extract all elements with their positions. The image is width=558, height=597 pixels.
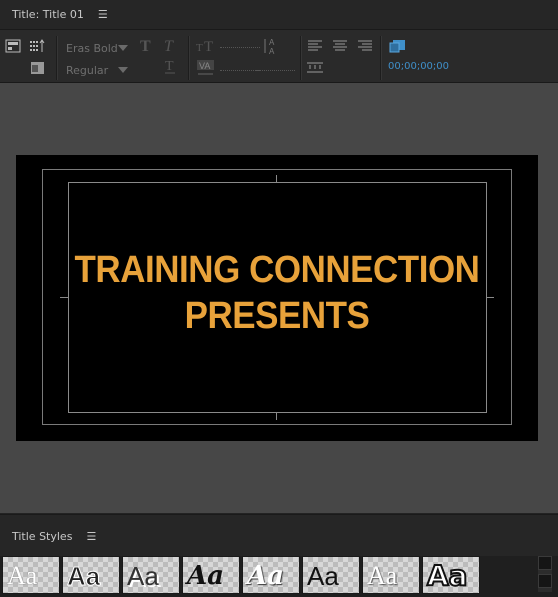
title-line-1: TRAINING CONNECTION bbox=[74, 249, 480, 291]
style-swatch[interactable]: Aa bbox=[422, 556, 480, 594]
leading-icon[interactable]: AA bbox=[262, 38, 280, 55]
svg-text:T: T bbox=[204, 39, 213, 54]
bold-icon[interactable]: T bbox=[137, 38, 155, 54]
styles-panel-title: Title Styles bbox=[12, 529, 73, 543]
font-size-value-line bbox=[220, 47, 260, 48]
style-swatch[interactable]: Aa bbox=[242, 556, 300, 594]
svg-text:T: T bbox=[165, 59, 174, 74]
separator bbox=[188, 36, 189, 80]
align-right-icon[interactable] bbox=[356, 38, 374, 54]
font-size-icon[interactable]: TT bbox=[196, 38, 214, 54]
align-center-icon[interactable] bbox=[331, 38, 349, 54]
title-styles-strip: Aa Aa Aa Aa Aa Aa Aa Aa bbox=[0, 556, 558, 597]
center-mark-top bbox=[276, 175, 277, 183]
underline-icon[interactable]: T bbox=[161, 59, 179, 75]
kerning-value-line bbox=[220, 70, 260, 71]
svg-text:T: T bbox=[140, 38, 151, 54]
style-swatch[interactable]: Aa bbox=[182, 556, 240, 594]
svg-text:VA: VA bbox=[199, 61, 210, 71]
chevron-down-icon bbox=[118, 45, 128, 51]
font-style-select[interactable]: Regular bbox=[60, 61, 132, 79]
center-mark-right bbox=[486, 297, 494, 298]
svg-text:T: T bbox=[164, 38, 174, 54]
italic-icon[interactable]: T bbox=[161, 38, 179, 54]
style-swatch[interactable]: Aa bbox=[62, 556, 120, 594]
style-swatch[interactable]: Aa bbox=[2, 556, 60, 594]
roll-crawl-icon[interactable] bbox=[28, 38, 46, 54]
separator bbox=[300, 36, 301, 80]
font-family-value: Eras Bold bbox=[66, 41, 118, 55]
title-styles-header: Title Styles ☰ bbox=[0, 514, 558, 557]
tab-stops-icon[interactable] bbox=[306, 60, 324, 76]
chevron-down-icon bbox=[118, 67, 128, 73]
video-frame[interactable]: TRAINING CONNECTION PRESENTS bbox=[16, 155, 538, 441]
style-swatch[interactable]: Aa bbox=[362, 556, 420, 594]
center-mark-left bbox=[60, 297, 68, 298]
panel-title: Title: Title 01 bbox=[12, 8, 84, 21]
title-toolbar: Eras Bold Regular T T T TT VA AA 00;00;0… bbox=[0, 30, 558, 83]
svg-text:A: A bbox=[269, 38, 275, 47]
leading-value-line bbox=[255, 70, 295, 71]
font-family-select[interactable]: Eras Bold bbox=[60, 39, 132, 57]
title-text-object[interactable]: TRAINING CONNECTION PRESENTS bbox=[74, 247, 481, 339]
panel-menu-icon[interactable]: ☰ bbox=[86, 530, 96, 543]
align-left-icon[interactable] bbox=[306, 38, 324, 54]
title-line-2: PRESENTS bbox=[184, 295, 370, 337]
font-style-value: Regular bbox=[66, 63, 109, 77]
panel-menu-icon[interactable]: ☰ bbox=[98, 8, 108, 21]
title-type-icon[interactable] bbox=[4, 38, 22, 54]
kerning-icon[interactable]: VA bbox=[196, 60, 214, 76]
svg-text:A: A bbox=[269, 47, 275, 55]
separator bbox=[56, 36, 57, 80]
scroll-down-button[interactable] bbox=[538, 574, 552, 588]
show-video-icon[interactable] bbox=[389, 38, 407, 54]
template-icon[interactable] bbox=[28, 60, 46, 76]
separator bbox=[380, 36, 381, 80]
center-mark-bottom bbox=[276, 412, 277, 420]
svg-text:T: T bbox=[196, 42, 203, 54]
style-swatch[interactable]: Aa bbox=[122, 556, 180, 594]
scroll-up-button[interactable] bbox=[538, 556, 552, 570]
video-timecode[interactable]: 00;00;00;00 bbox=[388, 61, 449, 72]
title-panel-header: Title: Title 01 ☰ bbox=[0, 0, 558, 30]
title-canvas-area: TRAINING CONNECTION PRESENTS bbox=[0, 83, 558, 513]
style-swatch[interactable]: Aa bbox=[302, 556, 360, 594]
